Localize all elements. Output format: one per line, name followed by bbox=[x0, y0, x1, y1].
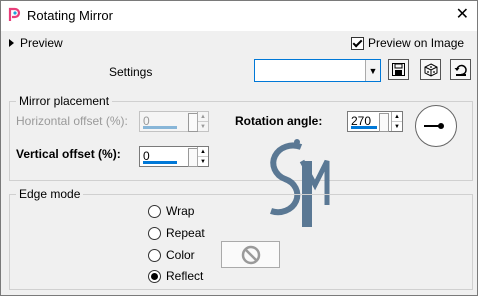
dial-knob[interactable] bbox=[438, 123, 444, 129]
app-logo-icon bbox=[7, 7, 21, 23]
rotation-angle-spinner[interactable]: ▲ ▼ bbox=[391, 112, 402, 131]
save-icon bbox=[392, 63, 405, 76]
radio-label: Wrap bbox=[166, 204, 195, 218]
edge-mode-title: Edge mode bbox=[16, 187, 84, 201]
randomize-button[interactable] bbox=[420, 59, 441, 80]
horizontal-offset-spinner: ▲ ▼ bbox=[197, 112, 208, 131]
spin-up-icon[interactable]: ▲ bbox=[198, 147, 208, 157]
mirror-placement-group: Mirror placement bbox=[9, 94, 473, 181]
radio-indicator[interactable] bbox=[148, 269, 161, 283]
edge-mode-color-radio[interactable]: Color bbox=[148, 248, 195, 262]
checkbox-check-icon[interactable] bbox=[351, 36, 364, 50]
vertical-offset-bar bbox=[143, 161, 177, 164]
edge-mode-repeat-radio[interactable]: Repeat bbox=[148, 226, 205, 240]
edge-mode-wrap-radio[interactable]: Wrap bbox=[148, 204, 194, 218]
preset-combobox[interactable]: ▼ bbox=[254, 59, 381, 82]
title-bar: Rotating Mirror ✕ bbox=[1, 1, 477, 31]
spin-up-icon: ▲ bbox=[198, 112, 208, 122]
no-color-icon bbox=[241, 245, 260, 264]
window-title: Rotating Mirror bbox=[27, 8, 113, 23]
preview-on-image-label: Preview on Image bbox=[368, 36, 465, 50]
preview-on-image-checkbox[interactable]: Preview on Image bbox=[351, 36, 464, 50]
rotation-angle-field[interactable]: ▲ ▼ bbox=[347, 111, 403, 132]
close-button[interactable]: ✕ bbox=[456, 6, 469, 24]
expand-arrow-icon bbox=[9, 39, 14, 47]
radio-label: Color bbox=[166, 248, 195, 262]
edge-mode-reflect-radio[interactable]: Reflect bbox=[148, 269, 203, 283]
chevron-down-icon[interactable]: ▼ bbox=[365, 60, 380, 81]
edge-color-swatch bbox=[221, 241, 280, 268]
vertical-offset-label: Vertical offset (%): bbox=[16, 147, 121, 161]
settings-label: Settings bbox=[109, 65, 153, 79]
radio-indicator[interactable] bbox=[148, 204, 161, 218]
spin-down-icon[interactable]: ▼ bbox=[198, 157, 208, 166]
spin-down-icon[interactable]: ▼ bbox=[392, 122, 402, 131]
reset-button[interactable] bbox=[450, 59, 471, 80]
rotation-angle-bar bbox=[351, 126, 377, 129]
radio-label: Repeat bbox=[166, 226, 205, 240]
preview-label: Preview bbox=[20, 36, 63, 50]
rotation-angle-slider-button[interactable] bbox=[379, 113, 389, 132]
save-preset-button[interactable] bbox=[388, 59, 409, 80]
vertical-offset-field[interactable]: ▲ ▼ bbox=[139, 146, 209, 167]
reset-icon bbox=[454, 64, 467, 76]
preview-toggle[interactable]: Preview bbox=[9, 36, 63, 50]
spin-up-icon[interactable]: ▲ bbox=[392, 112, 402, 122]
dialog-window: Rotating Mirror ✕ Preview Preview on Ima… bbox=[0, 0, 478, 296]
horizontal-offset-field: ▲ ▼ bbox=[139, 111, 209, 132]
radio-indicator[interactable] bbox=[148, 226, 161, 240]
horizontal-offset-bar bbox=[143, 126, 177, 129]
rotation-dial[interactable] bbox=[415, 105, 457, 147]
horizontal-offset-label: Horizontal offset (%): bbox=[16, 114, 128, 128]
rotation-angle-label: Rotation angle: bbox=[235, 114, 323, 128]
mirror-placement-title: Mirror placement bbox=[16, 94, 113, 108]
dice-icon bbox=[424, 62, 437, 77]
vertical-offset-spinner[interactable]: ▲ ▼ bbox=[197, 147, 208, 166]
radio-indicator[interactable] bbox=[148, 248, 161, 262]
spin-down-icon: ▼ bbox=[200, 123, 206, 130]
radio-label: Reflect bbox=[166, 269, 204, 283]
